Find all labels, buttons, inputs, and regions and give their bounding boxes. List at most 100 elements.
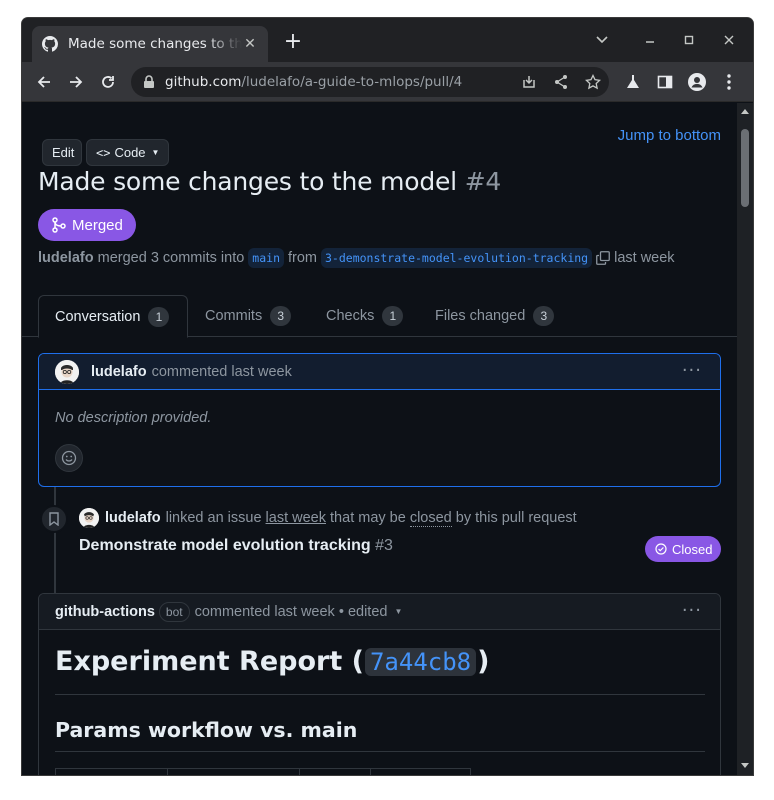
github-actions-comment: github-actions bot commented last week •… [38,593,721,775]
issue-number: #3 [375,537,393,554]
comment-author[interactable]: ludelafo [91,364,147,380]
menu-icon[interactable] [720,73,738,91]
smiley-icon [61,450,77,466]
star-icon[interactable] [585,74,601,90]
comment-header: ludelafo commented last week [39,354,720,390]
forward-icon[interactable] [65,71,87,93]
comment-author[interactable]: github-actions [55,604,155,620]
scroll-thumb[interactable] [741,129,749,207]
linked-issue-event: ludelafo linked an issue last week that … [79,508,577,528]
code-icon: <> [96,145,111,160]
tab-strip: Made some changes to the model #4 ✕ + [22,18,753,62]
table-cell [167,769,299,775]
browser-tab[interactable]: Made some changes to the model #4 ✕ [32,26,268,62]
tab-counter: 1 [382,306,404,326]
url-path: /ludelafo/a-guide-to-mlops/pull/4 [241,74,463,90]
github-icon [42,36,58,52]
tab-label: Checks [326,308,375,324]
divider [55,751,705,752]
new-tab-button[interactable]: + [282,31,304,54]
maximize-icon[interactable] [679,30,699,50]
caret-down-icon[interactable]: ▼ [394,607,402,616]
tab-checks[interactable]: Checks 1 [326,295,404,337]
base-branch[interactable]: main [248,248,284,268]
code-label: Code [114,145,146,160]
event-text-c: by this pull request [455,510,577,526]
closed-status-badge: Closed [645,536,721,562]
comment-meta: commented last week [151,363,292,380]
closed-word: closed [409,509,452,527]
pr-author[interactable]: ludelafo [38,250,94,266]
reload-icon[interactable] [97,71,119,93]
head-branch[interactable]: 3-demonstrate-model-evolution-tracking [321,248,593,268]
report-heading-text: Experiment Report ( [55,646,364,677]
address-bar[interactable]: github.com/ludelafo/a-guide-to-mlops/pul… [131,67,609,97]
event-author[interactable]: ludelafo [105,510,161,526]
tab-label: Files changed [435,308,526,324]
pr-description-comment: ludelafo commented last week ··· No desc… [38,353,721,487]
lock-icon [143,75,155,89]
timeline-line [54,487,56,593]
url-host: github.com [165,74,242,90]
pr-title-text: Made some changes to the model [38,167,457,196]
caret-down-icon: ▼ [151,148,160,157]
tab-search-icon[interactable] [592,30,612,50]
event-text-a: linked an issue [165,510,262,526]
tab-label: Conversation [55,308,141,325]
page-content: Edit <> Code ▼ Jump to bottom Made some … [22,103,737,775]
copy-icon[interactable] [596,251,611,265]
table-cell [370,769,471,775]
page-title: Made some changes to the model #4 [38,167,501,196]
browser-window: Made some changes to the model #4 ✕ + [22,18,753,775]
check-circle-icon [655,543,667,555]
from-text: from [288,250,317,266]
tab-counter: 1 [148,306,170,327]
tab-counter: 3 [270,306,292,326]
side-panel-icon[interactable] [656,73,674,91]
more-options-icon[interactable]: ··· [682,600,702,621]
jump-to-bottom-link[interactable]: Jump to bottom [618,127,721,144]
window-close-icon[interactable] [719,30,739,50]
back-icon[interactable] [33,71,55,93]
minimize-icon[interactable] [640,30,660,50]
labs-icon[interactable] [624,73,642,91]
divider [55,694,705,695]
code-button[interactable]: <> Code ▼ [86,139,169,166]
close-icon[interactable]: ✕ [242,36,258,52]
table-cell [55,769,167,775]
merged-label: Merged [72,216,123,234]
page-scrollbar[interactable] [737,103,753,775]
scroll-up-icon[interactable] [741,109,749,114]
tab-title: Made some changes to the model #4 [68,36,242,52]
issue-title: Demonstrate model evolution tracking [79,537,371,554]
share-icon[interactable] [553,74,569,90]
bookmark-icon [40,505,68,533]
comment-body: No description provided. [55,410,212,426]
event-text-b: that may be [330,510,406,526]
tab-files-changed[interactable]: Files changed 3 [435,295,555,337]
edit-button[interactable]: Edit [42,139,82,166]
add-reaction-button[interactable] [55,444,83,472]
avatar[interactable] [79,508,99,528]
merge-icon [52,217,66,233]
profile-icon[interactable] [688,73,706,91]
browser-toolbar: github.com/ludelafo/a-guide-to-mlops/pul… [22,62,753,102]
tab-commits[interactable]: Commits 3 [205,295,292,337]
tab-counter: 3 [533,306,555,326]
install-icon[interactable] [521,74,537,90]
more-options-icon[interactable]: ··· [682,360,702,381]
params-heading: Params workflow vs. main [55,718,358,742]
tab-conversation[interactable]: Conversation 1 [38,295,188,338]
report-heading: Experiment Report (7a44cb8) [55,646,489,677]
pr-number: #4 [464,167,502,196]
avatar[interactable] [55,360,79,384]
closed-label: Closed [672,541,713,557]
report-heading-suffix: ) [477,646,490,677]
report-sha[interactable]: 7a44cb8 [364,647,477,676]
event-time-link[interactable]: last week [266,510,326,526]
comment-meta[interactable]: commented last week • edited [195,604,388,620]
linked-issue-link[interactable]: Demonstrate model evolution tracking #3 [79,537,393,555]
scroll-down-icon[interactable] [741,763,749,768]
bot-badge: bot [158,601,190,622]
merge-text: merged 3 commits into [97,250,245,266]
